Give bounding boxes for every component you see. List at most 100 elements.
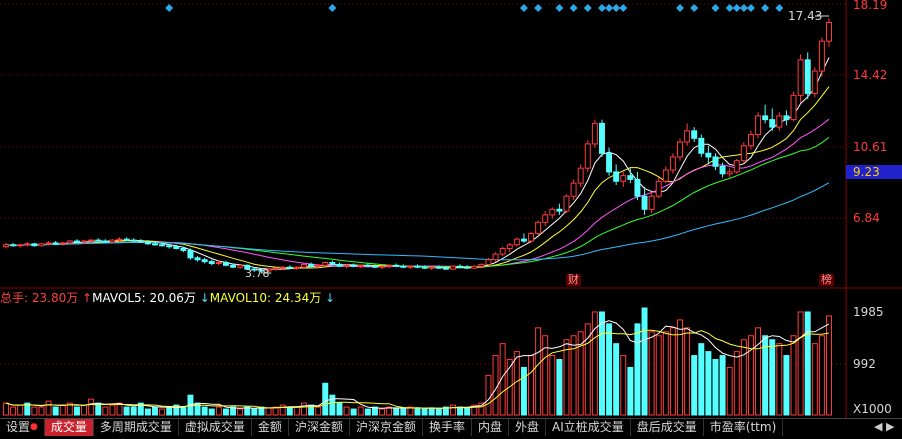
candle — [66, 240, 73, 244]
kline-svg[interactable] — [0, 0, 902, 435]
volume-bar — [322, 382, 329, 416]
chart-area[interactable] — [0, 0, 902, 435]
candle — [655, 180, 662, 197]
candle — [641, 195, 648, 210]
volume-bar — [606, 323, 613, 416]
volume-bar — [215, 406, 222, 416]
signal-diamond-icon — [746, 4, 755, 12]
candle — [535, 221, 542, 235]
settings-tab[interactable]: 设置● — [0, 419, 45, 436]
candle — [272, 267, 279, 270]
signal-diamond-icon — [328, 4, 337, 12]
volume-bar — [826, 315, 832, 416]
volume-bar — [350, 408, 357, 416]
tab-pe-ttm[interactable]: 市盈率(ttm) — [704, 419, 784, 436]
tab-outer-volume[interactable]: 外盘 — [509, 419, 547, 436]
event-marker-cai[interactable]: 财 — [566, 274, 581, 286]
tab-turnover-rate[interactable]: 换手率 — [423, 419, 472, 436]
volume-bar — [10, 406, 17, 416]
up-arrow-icon: ↑ — [82, 291, 93, 305]
candle — [528, 233, 535, 242]
settings-label: 设置 — [6, 420, 31, 434]
candle — [130, 239, 137, 242]
candle — [520, 238, 527, 242]
scroll-left-icon[interactable]: ◀ — [874, 420, 882, 433]
candle — [698, 137, 705, 154]
volume-axis-unit: X1000 — [853, 402, 892, 416]
event-marker-bang[interactable]: 榜 — [819, 274, 834, 286]
volume-bar — [464, 407, 471, 416]
candle — [230, 264, 237, 268]
candle — [449, 265, 456, 270]
candle — [3, 244, 9, 248]
price-axis-2: 14.42 — [853, 68, 888, 82]
volume-bar — [102, 406, 109, 416]
signal-diamond-icon — [612, 4, 621, 12]
candle — [52, 242, 59, 245]
candle — [81, 240, 88, 243]
candle — [811, 70, 818, 94]
volume-bar — [357, 406, 364, 416]
tab-multi-period-volume[interactable]: 多周期成交量 — [94, 419, 179, 436]
tab-volume[interactable]: 成交量 — [44, 419, 94, 436]
candle — [109, 239, 116, 243]
signal-diamond-icon — [711, 4, 720, 12]
candle — [393, 264, 400, 267]
candle — [584, 143, 591, 169]
signal-diamond-icon — [597, 4, 606, 12]
candle — [577, 167, 584, 184]
scroll-right-icon[interactable]: ▶ — [886, 420, 894, 433]
volume-bar — [556, 359, 563, 416]
volume-bar — [776, 343, 783, 416]
tab-virtual-volume[interactable]: 虚拟成交量 — [179, 419, 252, 436]
signal-diamond-icon — [690, 4, 699, 12]
volume-bar — [329, 394, 336, 416]
volume-bar — [152, 406, 158, 416]
signal-diamond-icon — [605, 4, 614, 12]
volume-bar — [705, 351, 712, 416]
volume-bar — [691, 355, 698, 416]
candle — [513, 238, 520, 246]
candle — [542, 214, 549, 223]
candle — [598, 122, 605, 154]
signal-diamond-icon — [725, 4, 734, 12]
volume-bar — [201, 406, 208, 416]
notification-dot-icon: ● — [30, 422, 38, 432]
volume-bar — [109, 404, 116, 416]
volume-bar — [726, 366, 733, 416]
volume-bar — [315, 406, 322, 416]
volume-bar — [343, 406, 350, 416]
volume-legend: 总手: 23.80万 ↑MAVOL5: 20.06万 ↓MAVOL10: 24.… — [0, 290, 335, 306]
tab-sh-sz-amount[interactable]: 沪深金额 — [289, 419, 350, 436]
volume-bar — [478, 402, 485, 416]
candle — [726, 171, 733, 175]
volume-bar — [535, 327, 542, 416]
candle — [826, 21, 832, 42]
candle — [747, 134, 754, 147]
candle — [613, 171, 620, 182]
candle — [329, 262, 336, 265]
candle — [435, 266, 442, 269]
tab-inner-volume[interactable]: 内盘 — [472, 419, 509, 436]
candle — [215, 262, 222, 265]
volume-bar — [414, 407, 421, 416]
candle — [38, 243, 45, 247]
candle — [797, 59, 804, 96]
tab-after-hours-volume[interactable]: 盘后成交量 — [631, 419, 704, 436]
candle — [371, 265, 378, 268]
candle — [116, 238, 123, 241]
signal-diamond-icon — [519, 4, 528, 12]
candle — [719, 165, 726, 175]
volume-bar — [811, 343, 818, 416]
tab-amount[interactable]: 金额 — [252, 419, 289, 436]
tab-sh-sz-bj-amount[interactable]: 沪深京金额 — [350, 419, 423, 436]
volume-bar — [740, 339, 747, 416]
candle — [286, 266, 293, 269]
candle — [556, 208, 563, 212]
volume-bar — [222, 408, 229, 416]
candle — [194, 257, 201, 261]
volume-bar — [712, 359, 719, 416]
volume-bar — [144, 408, 151, 416]
mavol10-value: 24.34万 — [274, 291, 322, 305]
tab-ai-volume[interactable]: AI立桩成交量 — [546, 419, 631, 436]
